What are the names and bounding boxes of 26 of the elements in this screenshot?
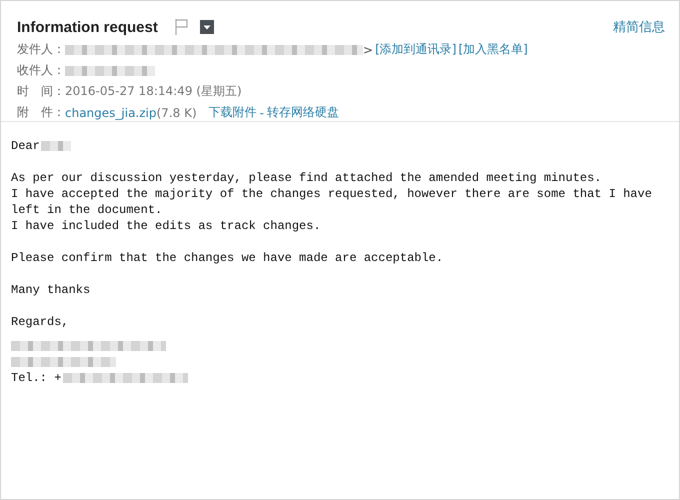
greeting-text: Dear xyxy=(11,138,40,154)
contact-action-link[interactable]: [加入黑名单] xyxy=(458,41,528,58)
summary-link[interactable]: 精简信息 xyxy=(613,18,665,36)
recipient-label: 收件人： xyxy=(17,62,65,79)
closing-text: Regards, xyxy=(11,314,69,330)
dropdown-icon[interactable] xyxy=(200,20,214,34)
separator-text: - xyxy=(260,106,264,120)
attachment-link[interactable]: changes_jia.zip xyxy=(65,106,156,120)
bracket-text: > xyxy=(363,42,374,56)
contact-action-link[interactable]: [添加到通讯录] xyxy=(375,41,456,58)
file-size: (7.8 K) xyxy=(156,106,197,120)
sender-label: 发件人： xyxy=(17,41,65,58)
body-text: As per our discussion yesterday, please find attached the amended meeting minutes. xyxy=(11,170,602,186)
phone-label: Tel.: + xyxy=(11,370,62,386)
time-label: 时 间： xyxy=(17,83,65,100)
download-link[interactable]: 下载附件 xyxy=(208,104,257,121)
save-to-disk-link[interactable]: 转存网络硬盘 xyxy=(266,104,339,121)
body-text: I have accepted the majority of the changes requested, however there are some that I have xyxy=(11,186,652,202)
attachment-label: 附 件： xyxy=(17,104,65,121)
body-text: Many thanks xyxy=(11,282,90,298)
body-text: Please confirm that the changes we have made are acceptable. xyxy=(11,250,444,266)
body-text: I have included the edits as track changes. xyxy=(11,218,321,234)
email-subject: Information request xyxy=(17,18,158,36)
blurred-text xyxy=(40,141,71,151)
body-text: left in the document. xyxy=(11,202,162,218)
time-value: 2016-05-27 18:14:49 (星期五) xyxy=(65,83,242,100)
